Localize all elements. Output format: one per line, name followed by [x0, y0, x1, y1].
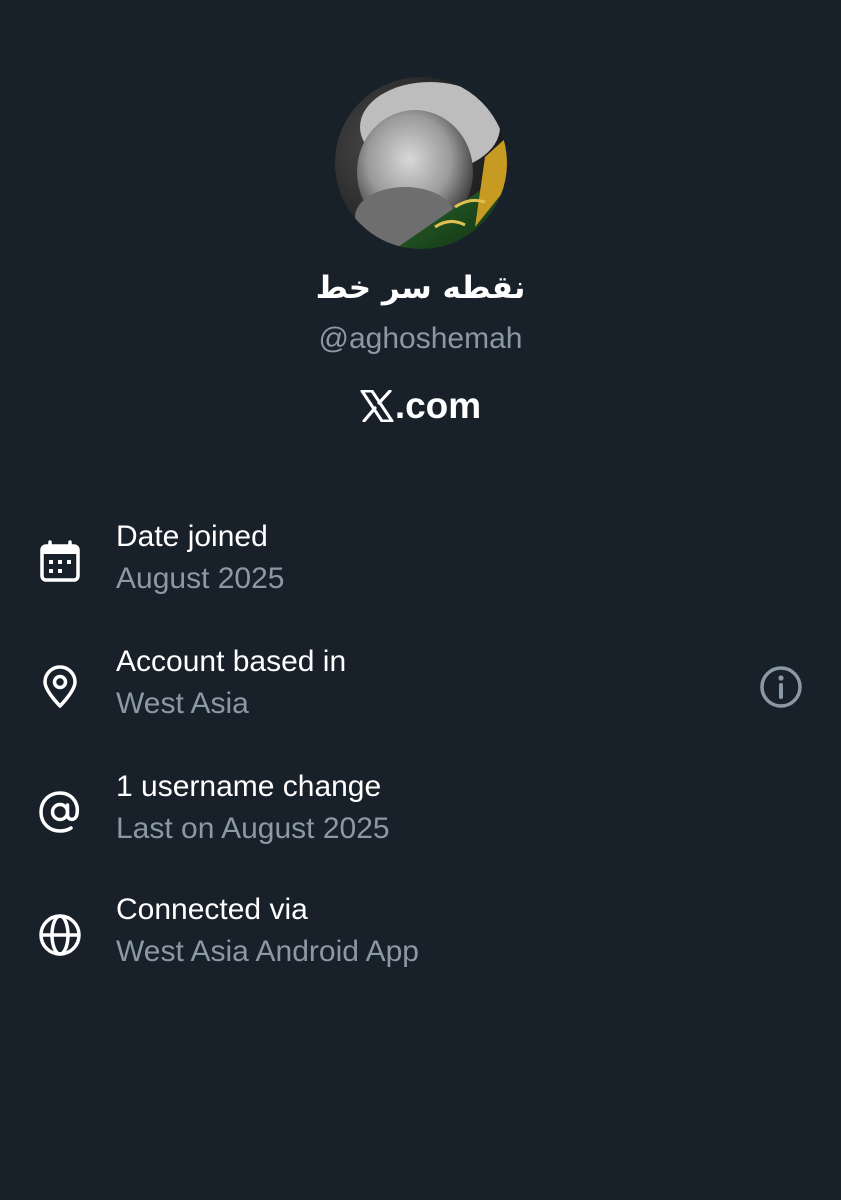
detail-row-connected-via: Connected via West Asia Android App: [0, 893, 841, 993]
detail-row-username-change: 1 username change Last on August 2025: [0, 770, 841, 870]
avatar-image: [335, 77, 507, 249]
at-sign-icon: [36, 788, 84, 836]
detail-title: Connected via: [116, 893, 308, 926]
site-domain-text: .com: [394, 385, 482, 426]
calendar-icon: [36, 538, 84, 586]
detail-value: August 2025: [116, 562, 285, 595]
info-icon[interactable]: [757, 663, 805, 711]
avatar[interactable]: [335, 77, 507, 249]
globe-icon: [36, 911, 84, 959]
detail-title: Account based in: [116, 645, 347, 678]
x-logo-icon: [360, 389, 394, 431]
source-site-label: .com: [0, 385, 841, 431]
display-name: نقطه سر خط: [315, 270, 526, 306]
username-handle: @aghoshemah: [318, 322, 523, 355]
location-pin-icon: [36, 663, 84, 711]
detail-value: Last on August 2025: [116, 812, 390, 845]
detail-row-account-based-in: Account based in West Asia: [0, 645, 841, 745]
detail-value: West Asia: [116, 687, 249, 720]
detail-title: Date joined: [116, 520, 268, 553]
detail-row-date-joined: Date joined August 2025: [0, 520, 841, 620]
detail-title: 1 username change: [116, 770, 382, 803]
detail-value: West Asia Android App: [116, 935, 419, 968]
